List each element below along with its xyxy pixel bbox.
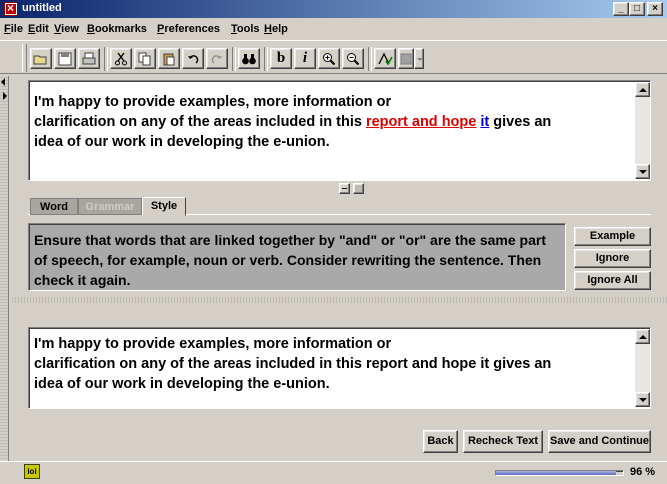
scroll-down-button[interactable] — [635, 164, 650, 179]
paste-icon[interactable] — [158, 48, 180, 69]
binoculars-icon[interactable] — [238, 48, 260, 69]
scroll-down-icon — [639, 170, 647, 174]
toolbar-separator — [264, 47, 268, 71]
suggestion-text: Ensure that words that are linked togeth… — [34, 232, 546, 288]
preview-text: I'm happy to provide examples, more info… — [34, 334, 634, 394]
window-title: untitled — [22, 2, 62, 14]
italic-button[interactable]: i — [294, 48, 316, 69]
restore-pane-icon[interactable] — [339, 183, 350, 194]
app-icon[interactable] — [4, 1, 18, 16]
maximize-pane-icon[interactable] — [353, 183, 364, 194]
zoom-in-icon[interactable] — [318, 48, 340, 69]
status-icon: ioi — [24, 464, 40, 479]
pane-splitter[interactable] — [10, 297, 667, 303]
toolbar-separator — [232, 47, 236, 71]
recheck-text-button[interactable]: Recheck Text — [463, 430, 543, 453]
collapse-left-icon[interactable] — [1, 78, 5, 86]
bold-button[interactable]: b — [270, 48, 292, 69]
menu-edit[interactable]: Edit — [28, 23, 49, 35]
copy-icon[interactable] — [134, 48, 156, 69]
menu-help[interactable]: Help — [264, 23, 288, 35]
progress-fill — [496, 471, 616, 475]
print-icon[interactable] — [78, 48, 100, 69]
toolbar-separator — [104, 47, 108, 71]
toolbar-gripper[interactable] — [22, 44, 27, 72]
example-button[interactable]: Example — [574, 227, 651, 246]
dropdown-icon[interactable] — [414, 48, 424, 69]
save-and-continue-button[interactable]: Save and Continue — [548, 430, 651, 453]
editor-text[interactable]: I'm happy to provide examples, more info… — [34, 92, 634, 152]
disabled-tool-icon[interactable] — [398, 48, 414, 69]
editor-line-2-start: clarification on any of the areas includ… — [34, 114, 366, 130]
editor-line-2-end: gives an — [489, 114, 552, 130]
close-button[interactable]: × — [647, 2, 663, 16]
tab-word[interactable]: Word — [30, 198, 78, 215]
title-bar — [0, 0, 667, 18]
menu-preferences[interactable]: Preferences — [157, 23, 220, 35]
preview-line-2: clarification on any of the areas includ… — [34, 356, 552, 372]
toolbar-separator — [368, 47, 372, 71]
preview-line-1: I'm happy to provide examples, more info… — [34, 336, 392, 352]
editor-line-1: I'm happy to provide examples, more info… — [34, 94, 392, 110]
maximize-button[interactable]: □ — [629, 2, 645, 16]
undo-icon[interactable] — [182, 48, 204, 69]
progress-label: 96 % — [630, 466, 656, 478]
menu-view[interactable]: View — [54, 23, 79, 35]
zoom-out-icon[interactable] — [342, 48, 364, 69]
cut-icon[interactable] — [110, 48, 132, 69]
tab-grammar[interactable]: Grammar — [78, 198, 142, 215]
scroll-up-icon — [639, 88, 647, 92]
scroll-down-icon — [639, 398, 647, 402]
preview-scroll-up-button[interactable] — [635, 329, 650, 344]
menu-tools[interactable]: Tools — [231, 23, 260, 35]
menu-file[interactable]: File — [4, 23, 23, 35]
flagged-phrase[interactable]: report and hope — [366, 114, 476, 130]
ignore-button[interactable]: Ignore — [574, 249, 651, 268]
scroll-up-button[interactable] — [635, 82, 650, 97]
expand-right-icon[interactable] — [3, 92, 7, 100]
ignore-all-button[interactable]: Ignore All — [574, 271, 651, 290]
save-icon[interactable] — [54, 48, 76, 69]
scroll-up-icon — [639, 335, 647, 339]
menu-bookmarks[interactable]: Bookmarks — [87, 23, 147, 35]
minimize-button[interactable]: _ — [613, 2, 629, 16]
tab-style[interactable]: Style — [142, 197, 186, 216]
editor-line-2: clarification on any of the areas includ… — [34, 112, 634, 132]
preview-line-3: idea of our work in developing the e-uni… — [34, 376, 330, 392]
open-icon[interactable] — [30, 48, 52, 69]
redo-icon[interactable] — [206, 48, 228, 69]
preview-scroll-down-button[interactable] — [635, 392, 650, 407]
left-collapse-rail[interactable] — [0, 76, 9, 461]
back-button[interactable]: Back — [423, 430, 458, 453]
flagged-word[interactable]: it — [480, 114, 489, 130]
editor-line-3: idea of our work in developing the e-uni… — [34, 134, 330, 150]
spellcheck-icon[interactable] — [374, 48, 396, 69]
